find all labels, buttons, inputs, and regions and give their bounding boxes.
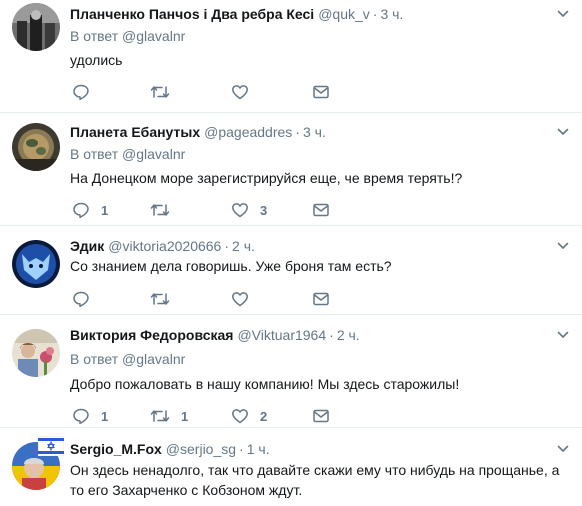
retweet-icon [150, 410, 170, 422]
avatar[interactable] [12, 240, 60, 288]
separator-dot: · [239, 441, 244, 457]
retweet-button[interactable] [150, 82, 181, 102]
tweet[interactable]: Виктория Федоровская @Viktuar1964 · 2 ч. В … [0, 315, 582, 428]
mention-link[interactable]: @glavalnr [122, 351, 185, 367]
direct-message-icon [313, 292, 329, 306]
user-handle[interactable]: @pageaddres [204, 124, 292, 140]
reply-icon [73, 84, 89, 101]
retweet-icon [150, 293, 170, 305]
separator-dot: · [295, 124, 300, 140]
like-button[interactable] [231, 289, 260, 309]
like-button[interactable] [231, 82, 260, 102]
tweet-text: Добро пожаловать в нашу компанию! Мы зде… [70, 376, 460, 392]
like-icon [232, 203, 248, 218]
reply-button[interactable]: 1 [72, 200, 108, 220]
separator-dot: · [329, 327, 334, 343]
chevron-down-icon[interactable] [556, 239, 570, 253]
israel-flag-icon [38, 436, 64, 456]
timestamp[interactable]: 1 ч. [247, 441, 270, 457]
display-name[interactable]: Планченко Панчоs і Два ребра Кесі [70, 6, 314, 22]
retweet-count: 1 [181, 408, 189, 424]
like-icon [232, 409, 248, 424]
tweet-actions: 1 3 [70, 200, 340, 220]
like-icon [232, 292, 248, 307]
tweet[interactable]: Планета Ебанутых @pageaddres · 3 ч. В ответ… [0, 113, 582, 226]
direct-message-icon [313, 203, 329, 217]
tweet-actions [70, 289, 340, 309]
chevron-down-icon[interactable] [556, 125, 570, 139]
user-handle[interactable]: @quk_v [318, 6, 370, 22]
replying-to: В ответ @glavalnr [70, 145, 185, 163]
separator-dot: · [224, 238, 230, 254]
tweet-header: Планета Ебанутых @pageaddres · 3 ч. [70, 123, 546, 141]
retweet-icon [150, 204, 170, 216]
display-name[interactable]: Планета Ебанутых [70, 124, 200, 140]
reply-count: 1 [101, 202, 109, 218]
display-name[interactable]: Sergio_M.Fox [70, 441, 162, 457]
like-count: 2 [260, 408, 268, 424]
chevron-down-icon[interactable] [556, 7, 570, 21]
direct-message-button[interactable] [312, 289, 330, 309]
user-handle[interactable]: @viktoria2020666 [108, 238, 221, 254]
reply-count: 1 [101, 408, 109, 424]
timestamp[interactable]: 2 ч. [232, 238, 255, 254]
chevron-down-icon[interactable] [556, 328, 570, 342]
replying-label: В ответ [70, 28, 119, 44]
display-name[interactable]: Виктория Федоровская [70, 327, 233, 343]
tweet[interactable]: Планченко Панчоs і Два ребра Кесі @quk_v ·… [0, 0, 582, 113]
tweet-text: Со знанием дела говоришь. Уже броня там … [70, 258, 392, 274]
reply-icon [73, 202, 89, 219]
replying-to: В ответ @glavalnr [70, 350, 185, 368]
like-count: 3 [260, 202, 268, 218]
replies-timeline: Планченко Панчоs і Два ребра Кесі @quk_v ·… [0, 0, 582, 506]
tweet-header: Планченко Панчоs і Два ребра Кесі @quk_v ·… [70, 5, 546, 23]
reply-icon [73, 408, 89, 425]
retweet-button[interactable]: 1 [150, 406, 188, 426]
retweet-button[interactable] [150, 200, 181, 220]
tweet-text: На Донецком море зарегистрируйся еще, че… [70, 170, 463, 186]
separator-dot: · [372, 6, 378, 22]
retweet-icon [150, 86, 170, 98]
chevron-down-icon[interactable] [556, 442, 570, 456]
tweet-header: Sergio_M.Fox @serjio_sg · 1 ч. [70, 440, 546, 458]
tweet-text: удолись [70, 52, 123, 68]
replying-label: В ответ [70, 146, 119, 162]
direct-message-button[interactable] [312, 406, 330, 426]
mention-link[interactable]: @glavalnr [122, 28, 185, 44]
direct-message-button[interactable] [312, 200, 330, 220]
avatar[interactable] [12, 3, 60, 51]
direct-message-button[interactable] [312, 82, 330, 102]
replying-to: В ответ @glavalnr [70, 27, 185, 45]
tweet-header: Виктория Федоровская @Viktuar1964 · 2 ч. [70, 326, 546, 344]
tweet[interactable]: Эдик @viktoria2020666 · 2 ч. Со знанием дел… [0, 226, 582, 315]
like-button[interactable]: 2 [231, 406, 267, 426]
retweet-button[interactable] [150, 289, 181, 309]
tweet-actions: 1 1 2 [70, 406, 340, 426]
reply-button[interactable] [72, 289, 101, 309]
tweet[interactable]: Sergio_M.Fox @serjio_sg · 1 ч. Он здесь нен… [0, 428, 582, 506]
direct-message-icon [313, 409, 329, 423]
user-handle[interactable]: @serjio_sg [166, 441, 236, 457]
direct-message-icon [313, 85, 329, 99]
mention-link[interactable]: @glavalnr [122, 146, 185, 162]
timestamp[interactable]: 3 ч. [303, 124, 326, 140]
timestamp[interactable]: 2 ч. [337, 327, 360, 343]
reply-button[interactable] [72, 82, 101, 102]
user-handle[interactable]: @Viktuar1964 [237, 327, 326, 343]
reply-icon [73, 291, 89, 308]
replying-label: В ответ [70, 351, 119, 367]
avatar[interactable] [12, 123, 60, 171]
tweet-text: Он здесь ненадолго, так что давайте скаж… [70, 462, 560, 498]
tweet-header: Эдик @viktoria2020666 · 2 ч. [70, 237, 546, 255]
like-icon [232, 85, 248, 100]
timestamp[interactable]: 3 ч. [380, 6, 403, 22]
like-button[interactable]: 3 [231, 200, 267, 220]
avatar[interactable] [12, 329, 60, 377]
reply-button[interactable]: 1 [72, 406, 108, 426]
tweet-actions [70, 82, 340, 102]
display-name[interactable]: Эдик [70, 238, 104, 254]
